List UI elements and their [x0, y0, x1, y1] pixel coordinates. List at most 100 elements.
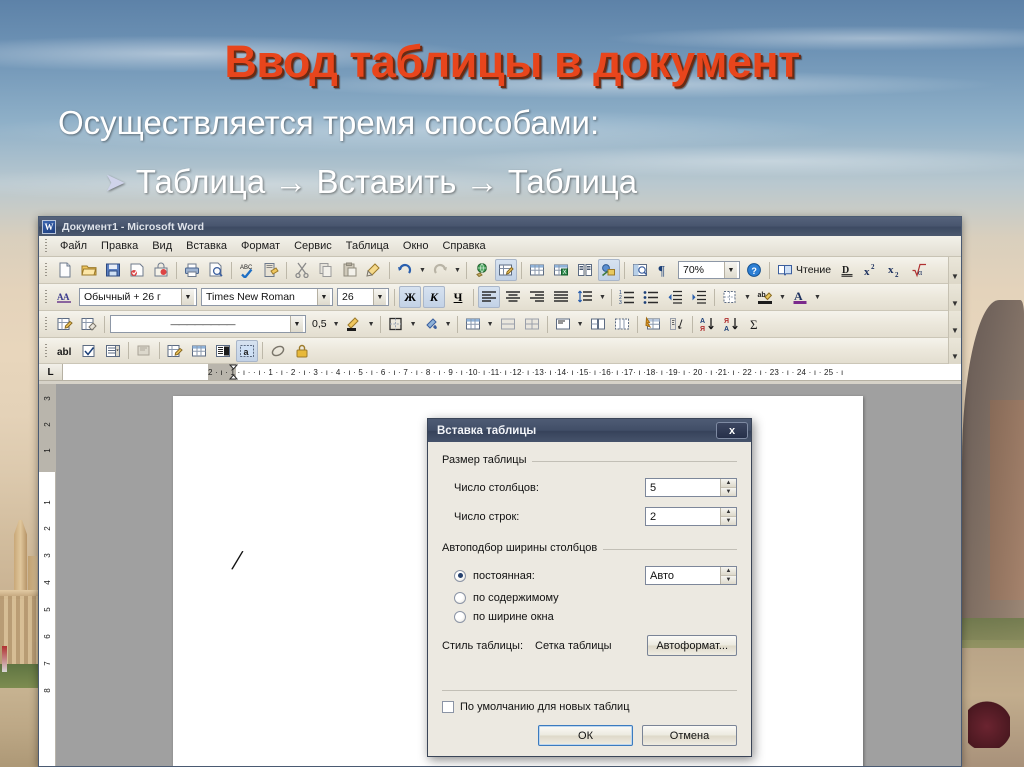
ruler-strip[interactable]: 2 · ı · 1 · ı · · ı · 1 · ı · 2 · ı · 3 … [63, 364, 961, 380]
toolbar-options-icon[interactable]: ▼ [948, 338, 961, 364]
line-weight-value[interactable]: 0,5 [308, 314, 331, 334]
shading-color-icon[interactable] [420, 313, 442, 335]
font-color-icon[interactable]: A [789, 286, 811, 308]
sort-ascending-icon[interactable]: AЯ [697, 313, 719, 335]
undo-icon[interactable] [394, 259, 416, 281]
style-combo[interactable]: Обычный + 26 г ▼ [79, 288, 197, 306]
redo-icon[interactable] [429, 259, 451, 281]
justify-icon[interactable] [550, 286, 572, 308]
redo-dropdown-icon[interactable]: ▼ [452, 259, 463, 281]
default-for-new-tables-checkbox[interactable] [442, 701, 454, 713]
rows-increment-icon[interactable]: ▲ [721, 508, 736, 517]
zoom-dropdown-icon[interactable]: ▼ [724, 262, 737, 278]
subscript-icon[interactable]: x2 [884, 259, 906, 281]
tables-borders-icon[interactable] [495, 259, 517, 281]
copy-icon[interactable] [315, 259, 337, 281]
split-cells-icon[interactable] [521, 313, 543, 335]
drop-down-form-field-icon[interactable] [102, 340, 124, 362]
email-icon[interactable] [126, 259, 148, 281]
insert-table-icon[interactable] [462, 313, 484, 335]
line-style-dropdown-icon[interactable]: ▼ [290, 316, 303, 332]
highlight-icon[interactable]: ab [754, 286, 776, 308]
distribute-rows-icon[interactable] [587, 313, 609, 335]
shading-color-dropdown-icon[interactable]: ▼ [443, 313, 454, 335]
menu-item-help[interactable]: Справка [435, 238, 492, 254]
line-style-combo[interactable]: ———————— ▼ [110, 315, 306, 333]
align-cell-dropdown-icon[interactable]: ▼ [575, 313, 586, 335]
rows-decrement-icon[interactable]: ▼ [721, 516, 736, 525]
menu-item-window[interactable]: Окно [396, 238, 436, 254]
insert-excel-sheet-icon[interactable]: X [550, 259, 572, 281]
border-color-icon[interactable] [343, 313, 365, 335]
fixed-width-increment-icon[interactable]: ▲ [721, 567, 736, 576]
line-spacing-dropdown-icon[interactable]: ▼ [597, 286, 608, 308]
standard-toolbar-grip[interactable] [43, 262, 50, 278]
align-cell-icon[interactable] [552, 313, 574, 335]
superscript-icon[interactable]: x2 [860, 259, 882, 281]
columns-increment-icon[interactable]: ▲ [721, 479, 736, 488]
line-weight-dropdown-icon[interactable]: ▼ [331, 313, 342, 335]
styles-and-formatting-icon[interactable]: AA [54, 286, 76, 308]
reading-layout-button[interactable]: Чтение [773, 260, 835, 280]
menu-item-file[interactable]: Файл [53, 238, 94, 254]
indent-marker-icon[interactable] [229, 364, 238, 380]
show-formatting-marks-icon[interactable]: ¶ [653, 259, 675, 281]
insert-hyperlink-icon[interactable] [471, 259, 493, 281]
save-icon[interactable] [102, 259, 124, 281]
formatting-toolbar-grip[interactable] [43, 289, 50, 305]
outside-borders-icon[interactable] [385, 313, 407, 335]
menu-item-tools[interactable]: Сервис [287, 238, 339, 254]
horizontal-ruler[interactable]: L 2 · ı · 1 · ı · · ı · 1 · ı · 2 · ı · … [39, 364, 961, 381]
increase-indent-icon[interactable] [688, 286, 710, 308]
format-painter-icon[interactable] [363, 259, 385, 281]
default-for-new-tables-row[interactable]: По умолчанию для новых таблиц [442, 701, 737, 713]
print-icon[interactable] [181, 259, 203, 281]
table-autoformat-icon[interactable] [642, 313, 664, 335]
rows-value[interactable]: 2 [646, 508, 720, 525]
research-icon[interactable] [260, 259, 282, 281]
draw-table-icon[interactable] [54, 313, 76, 335]
insert-frame-icon[interactable] [212, 340, 234, 362]
radio-fixed-icon[interactable] [454, 569, 466, 582]
check-box-form-field-icon[interactable] [78, 340, 100, 362]
font-size-combo[interactable]: 26 ▼ [337, 288, 389, 306]
numbered-list-icon[interactable]: 123 [616, 286, 638, 308]
autoformat-button[interactable]: Автоформат... [647, 635, 737, 656]
font-color-dropdown-icon[interactable]: ▼ [812, 286, 823, 308]
decrease-indent-icon[interactable] [664, 286, 686, 308]
fixed-width-stepper[interactable]: Авто ▲ ▼ [645, 566, 737, 585]
ok-button[interactable]: ОК [538, 725, 633, 746]
radio-row-fixed[interactable]: постоянная: Авто ▲ ▼ [442, 566, 737, 585]
radio-content-icon[interactable] [454, 592, 466, 604]
italic-button[interactable]: К [423, 286, 445, 308]
cut-icon[interactable] [291, 259, 313, 281]
tab-selector-button[interactable]: L [39, 364, 63, 380]
double-underline-icon[interactable]: D [836, 259, 858, 281]
print-preview-icon[interactable] [205, 259, 227, 281]
merge-cells-icon[interactable] [497, 313, 519, 335]
open-folder-icon[interactable] [78, 259, 100, 281]
menubar-grip[interactable] [43, 238, 50, 254]
spelling-check-icon[interactable]: ABC [236, 259, 258, 281]
toolbar-options-icon[interactable]: ▼ [948, 284, 961, 311]
insert-table-dropdown-icon[interactable]: ▼ [485, 313, 496, 335]
reset-form-fields-icon[interactable] [267, 340, 289, 362]
line-spacing-icon[interactable] [574, 286, 596, 308]
underline-button[interactable]: Ч [447, 286, 469, 308]
fixed-width-value[interactable]: Авто [646, 567, 720, 584]
change-text-direction-icon[interactable] [666, 313, 688, 335]
menu-item-insert[interactable]: Вставка [179, 238, 234, 254]
columns-stepper-arrows[interactable]: ▲ ▼ [720, 479, 736, 496]
sort-descending-icon[interactable]: ЯА [721, 313, 743, 335]
columns-decrement-icon[interactable]: ▼ [721, 487, 736, 496]
fixed-width-decrement-icon[interactable]: ▼ [721, 575, 736, 584]
close-icon[interactable]: x [716, 422, 748, 439]
menu-item-edit[interactable]: Правка [94, 238, 145, 254]
insert-table-icon[interactable] [188, 340, 210, 362]
columns-value[interactable]: 5 [646, 479, 720, 496]
forms-toolbar-grip[interactable] [43, 342, 50, 359]
undo-dropdown-icon[interactable]: ▼ [417, 259, 428, 281]
columns-icon[interactable] [574, 259, 596, 281]
fixed-width-stepper-arrows[interactable]: ▲ ▼ [720, 567, 736, 584]
style-dropdown-icon[interactable]: ▼ [181, 289, 194, 305]
